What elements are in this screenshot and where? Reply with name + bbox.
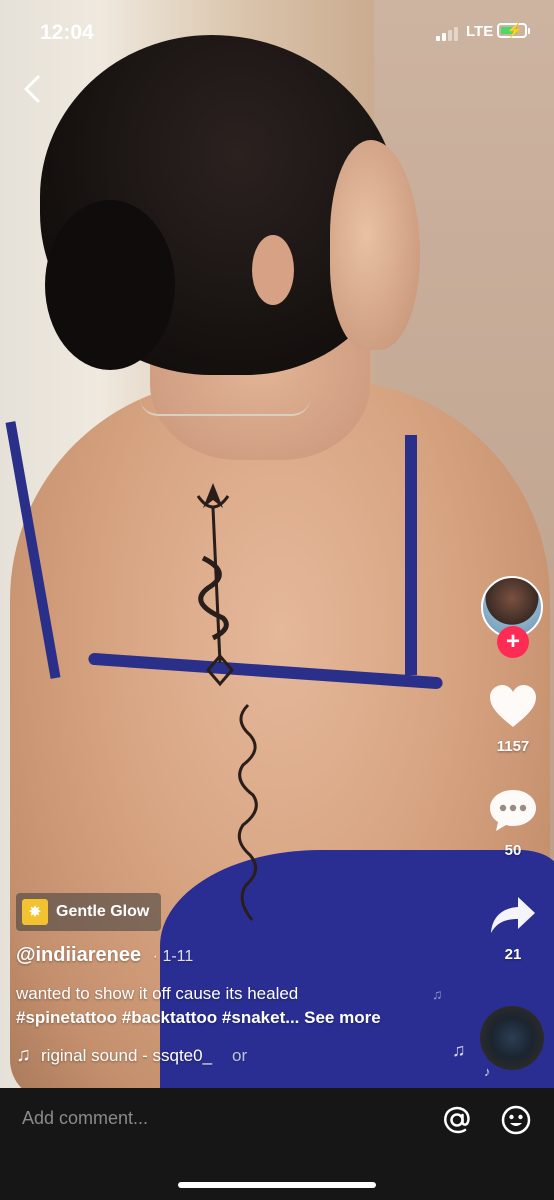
at-sign-icon[interactable]	[441, 1104, 473, 1136]
username[interactable]: @indiiarenee	[16, 944, 141, 966]
spine-tattoo-arrow	[196, 483, 234, 687]
follow-button[interactable]: +	[497, 626, 529, 658]
effect-label: Gentle Glow	[56, 903, 150, 920]
video-subject-bun	[45, 200, 175, 370]
video-subject-ear	[252, 235, 294, 305]
spine-tattoo-script	[237, 703, 258, 921]
post-date: · 1-11	[152, 948, 194, 965]
tiktok-video-screen: 12:04 LTE ⚡ + 1157 50 21 ♫ ♪ ♫ ✸ Gentle …	[0, 0, 554, 1200]
comment-bubble-icon	[490, 790, 536, 831]
like-count: 1157	[496, 738, 530, 755]
battery-icon: ⚡	[497, 22, 530, 38]
comment-count: 50	[504, 842, 522, 859]
comment-button[interactable]: 50	[480, 787, 546, 859]
effect-tag[interactable]: ✸ Gentle Glow	[16, 893, 162, 931]
plus-icon: +	[505, 628, 520, 655]
video-caption: wanted to show it off cause its healed #…	[16, 982, 476, 1030]
back-button[interactable]	[18, 72, 48, 106]
add-comment-input[interactable]: Add comment...	[22, 1108, 148, 1129]
video-subject-necklace	[140, 398, 310, 416]
floating-music-note-icon: ♫	[452, 1040, 466, 1060]
caption-text: wanted to show it off cause its healed	[16, 984, 299, 1003]
heart-icon	[490, 685, 536, 727]
username-line: @indiiarenee · 1-11	[16, 944, 193, 967]
sound-title: riginal sound - ssqte0_	[41, 1045, 213, 1065]
caption-hashtags[interactable]: #spinetattoo #backtattoo #snaket...	[16, 1008, 299, 1027]
share-button[interactable]: 21	[480, 893, 546, 963]
network-type: LTE	[466, 23, 494, 40]
share-count: 21	[504, 946, 522, 963]
comment-bar: Add comment...	[0, 1088, 554, 1200]
music-note-icon: ♫	[16, 1044, 31, 1066]
floating-music-note-icon: ♪	[484, 1064, 491, 1079]
like-button[interactable]: 1157	[480, 683, 546, 755]
see-more-link[interactable]: See more	[304, 1008, 381, 1027]
signal-strength-icon	[436, 27, 458, 41]
status-time: 12:04	[40, 21, 94, 44]
sound-ticker[interactable]: ♫ riginal sound - ssqte0_ or	[16, 1044, 247, 1067]
sound-disc[interactable]	[480, 1006, 544, 1070]
status-bar: 12:04 LTE ⚡	[0, 0, 554, 70]
swimsuit-strap-right	[405, 435, 417, 675]
smiley-icon[interactable]	[500, 1104, 532, 1136]
sparkle-icon: ✸	[22, 899, 48, 925]
home-indicator	[178, 1182, 376, 1188]
share-arrow-icon	[491, 897, 535, 933]
sound-title-continued: or	[232, 1045, 248, 1065]
